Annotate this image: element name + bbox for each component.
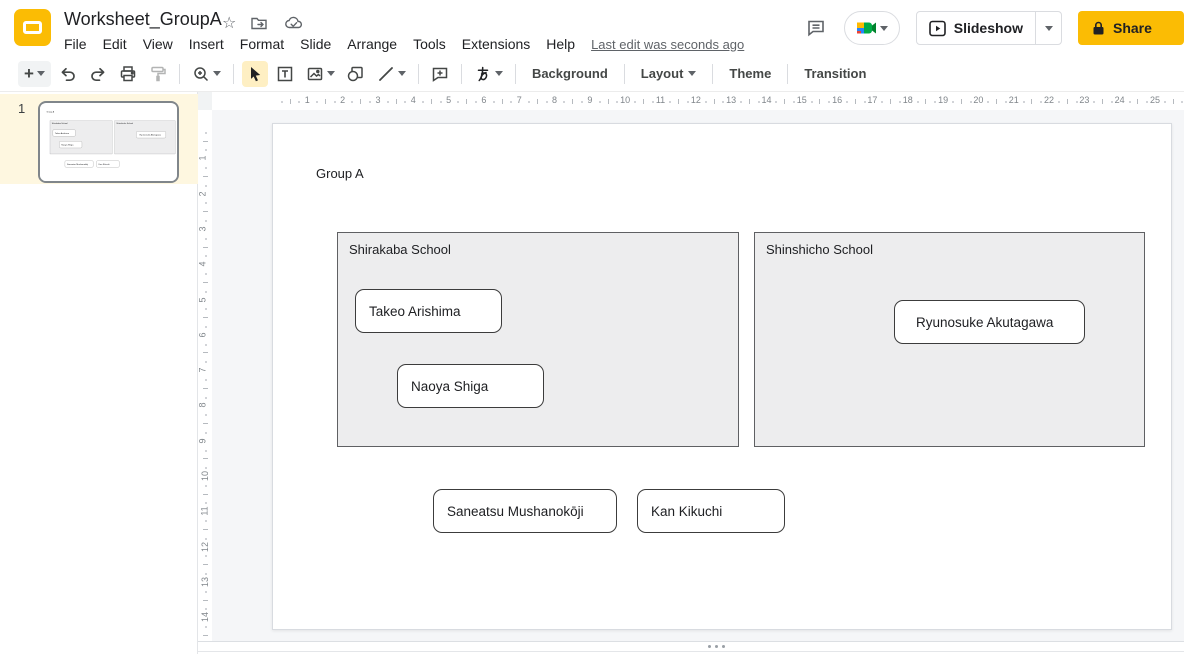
slide-filmstrip: 1 Group A Shirakaba School Shinshicho Sc…	[0, 92, 198, 654]
share-label: Share	[1113, 20, 1152, 36]
layout-button[interactable]: Layout	[631, 61, 707, 87]
name-chip-ryunosuke-akutagawa[interactable]: Ryunosuke Akutagawa	[894, 300, 1085, 344]
document-title[interactable]: Worksheet_GroupA	[64, 9, 222, 30]
menu-tools[interactable]: Tools	[405, 34, 454, 54]
slideshow-label: Slideshow	[954, 20, 1023, 36]
slide-number: 1	[18, 101, 25, 116]
name-chip-naoya-shiga[interactable]: Naoya Shiga	[397, 364, 544, 408]
horizontal-ruler: 1234567891011121314151617181920212223242…	[212, 92, 1184, 110]
insert-shape-button[interactable]	[343, 61, 369, 87]
menu-arrange[interactable]: Arrange	[339, 34, 405, 54]
comment-history-icon[interactable]	[804, 16, 828, 40]
speaker-notes-splitter[interactable]	[198, 641, 1184, 654]
theme-button[interactable]: Theme	[719, 61, 781, 87]
select-tool-button[interactable]	[242, 61, 268, 87]
undo-button[interactable]	[55, 61, 81, 87]
top-bar: Worksheet_GroupA ☆ File Edit View Insert…	[0, 0, 1184, 56]
name-chip-takeo-arishima[interactable]: Takeo Arishima	[355, 289, 502, 333]
paint-format-button[interactable]	[145, 61, 171, 87]
name-chip-saneatsu-mushanokoji[interactable]: Saneatsu Mushanokōji	[433, 489, 617, 533]
menu-help[interactable]: Help	[538, 34, 583, 54]
menu-slide[interactable]: Slide	[292, 34, 339, 54]
group-label: Shinshicho School	[755, 233, 1144, 266]
move-folder-icon[interactable]	[247, 11, 271, 35]
slide-title-text[interactable]: Group A	[316, 166, 364, 181]
input-tools-icon[interactable]	[470, 61, 507, 87]
vertical-ruler: 1234567891011121314	[198, 110, 212, 641]
group-label: Shirakaba School	[338, 233, 738, 266]
transition-button[interactable]: Transition	[794, 61, 876, 87]
name-chip-kan-kikuchi[interactable]: Kan Kikuchi	[637, 489, 785, 533]
toolbar: +	[0, 56, 1184, 92]
ruler-corner	[198, 92, 212, 110]
menu-insert[interactable]: Insert	[181, 34, 232, 54]
group-box-shirakaba[interactable]: Shirakaba School	[337, 232, 739, 447]
insert-comment-button[interactable]	[427, 61, 453, 87]
slide-thumbnail-content: Group A Shirakaba School Shinshicho Scho…	[40, 104, 179, 183]
menu-bar: File Edit View Insert Format Slide Arran…	[56, 34, 744, 54]
meet-caret-icon	[880, 26, 888, 31]
menu-view[interactable]: View	[135, 34, 181, 54]
slide-1-row[interactable]: 1 Group A Shirakaba School Shinshicho Sc…	[0, 94, 198, 184]
editor-canvas[interactable]: Group A Shirakaba School Shinshicho Scho…	[212, 110, 1184, 641]
share-button[interactable]: Share	[1078, 11, 1184, 45]
menu-file[interactable]: File	[56, 34, 95, 54]
slides-logo-icon[interactable]	[14, 9, 51, 46]
background-button[interactable]: Background	[522, 61, 618, 87]
star-icon[interactable]: ☆	[222, 15, 236, 31]
meet-call-button[interactable]	[844, 11, 900, 45]
slide-1-thumbnail[interactable]: Group A Shirakaba School Shinshicho Scho…	[38, 101, 179, 183]
lock-icon	[1092, 21, 1105, 36]
menu-edit[interactable]: Edit	[95, 34, 135, 54]
slideshow-dropdown[interactable]	[1035, 12, 1061, 44]
insert-image-button[interactable]	[302, 61, 339, 87]
meet-camera-icon	[856, 20, 877, 36]
zoom-button[interactable]	[188, 61, 225, 87]
redo-button[interactable]	[85, 61, 111, 87]
menu-extensions[interactable]: Extensions	[454, 34, 538, 54]
google-slides-app: Worksheet_GroupA ☆ File Edit View Insert…	[0, 0, 1184, 654]
menu-format[interactable]: Format	[232, 34, 292, 54]
notes-drag-handle-icon[interactable]	[708, 645, 725, 648]
text-box-tool-button[interactable]	[272, 61, 298, 87]
insert-line-button[interactable]	[373, 61, 410, 87]
slide-canvas[interactable]: Group A Shirakaba School Shinshicho Scho…	[272, 123, 1172, 630]
present-icon	[929, 20, 946, 37]
new-slide-button[interactable]: +	[18, 61, 51, 87]
print-button[interactable]	[115, 61, 141, 87]
slideshow-button[interactable]: Slideshow	[916, 11, 1062, 45]
last-edit-status[interactable]: Last edit was seconds ago	[591, 37, 744, 52]
cloud-saved-icon[interactable]	[282, 11, 306, 35]
